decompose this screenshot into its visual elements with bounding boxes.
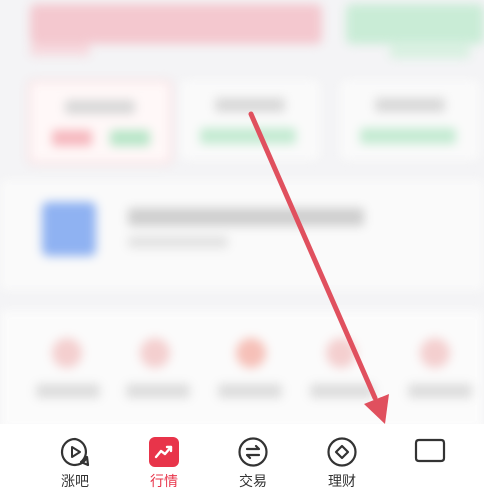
tab-hangqing[interactable]: 行情 [134,436,194,492]
index-chip-green [200,128,296,144]
tab-licai[interactable]: 理财 [312,436,372,492]
grid-icon [140,338,170,368]
index-card-2 [180,80,320,160]
play-chat-icon [60,437,90,467]
tab-zhangba[interactable]: 涨吧 [45,436,105,492]
news-subline [128,236,228,248]
tab-label: 交易 [239,474,267,490]
grid-icon [326,338,356,368]
chart-trend-icon [149,437,179,467]
tab-label: 理财 [328,474,356,490]
grid-label [408,384,472,398]
index-card-1 [28,80,172,164]
news-panel [0,180,484,290]
grid-label [310,384,374,398]
grid-icon [236,338,266,368]
message-icon[interactable] [414,438,446,468]
grid-label [36,384,100,398]
news-headline [128,208,364,226]
top-banner-red [30,4,322,44]
index-title [375,98,445,112]
grid-icon [420,338,450,368]
index-card-3 [340,80,480,160]
exchange-icon [238,437,268,467]
top-banner-red-caption [30,44,90,56]
grid-icon [52,338,82,368]
grid-label [218,384,282,398]
feature-grid [0,310,484,430]
top-banner-green-caption [390,46,470,58]
index-chip-green [360,128,456,144]
index-title [65,100,135,114]
index-chip-green [110,130,150,146]
tab-label: 行情 [150,474,178,490]
tab-jiaoyi[interactable]: 交易 [223,436,283,492]
news-thumbnail [42,202,96,256]
tab-label: 涨吧 [61,474,89,490]
index-chip-red [52,130,92,146]
bottom-tab-bar: 涨吧 行情 交易 理财 [0,424,484,498]
index-title [215,98,285,112]
top-banner-green [346,4,484,44]
grid-label [126,384,190,398]
diamond-icon [327,437,357,467]
